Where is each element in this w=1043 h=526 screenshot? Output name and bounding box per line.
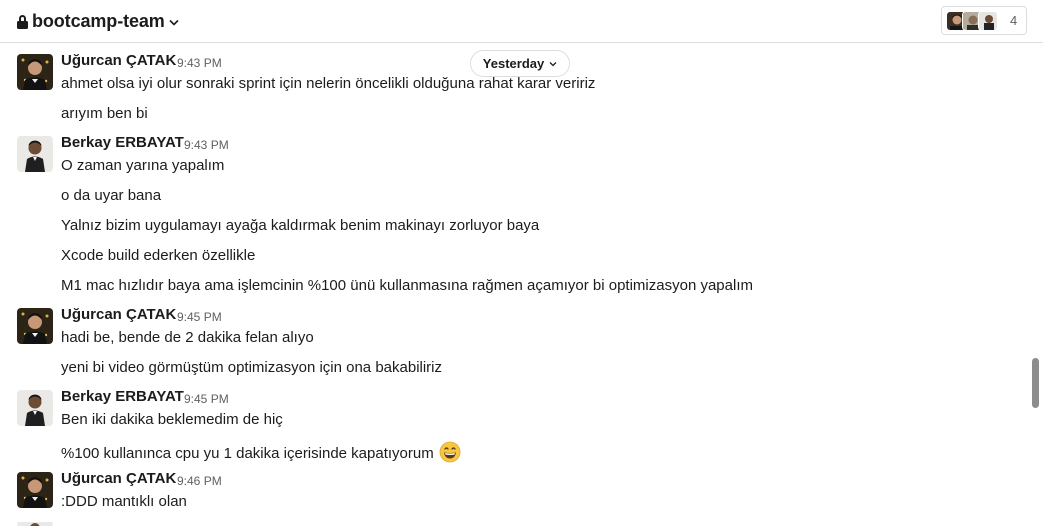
message-text: %100 kullanınca cpu yu 1 dakika içerisin… — [61, 445, 434, 462]
message-sender[interactable]: Uğurcan ÇATAK — [61, 306, 176, 323]
message-text-line: %100 kullanınca cpu yu 1 dakika içerisin… — [61, 441, 461, 463]
channel-name-button[interactable]: bootcamp-team — [17, 10, 179, 32]
avatar[interactable] — [17, 308, 53, 344]
message-text: Xcode build ederken özellikle — [61, 247, 256, 264]
message-timestamp[interactable]: 9:45 PM — [184, 392, 229, 406]
message-text: arıyım ben bi — [61, 105, 148, 122]
avatar[interactable] — [17, 390, 53, 426]
message-text: O zaman yarına yapalım — [61, 157, 225, 174]
message-timestamp[interactable]: 9:46 PM — [177, 474, 222, 488]
message-text: :DDD mantıklı olan — [61, 493, 187, 510]
chevron-down-icon — [549, 62, 557, 67]
message-sender[interactable]: Uğurcan ÇATAK — [61, 470, 176, 487]
message-sender[interactable]: Berkay ERBAYAT — [61, 388, 184, 405]
members-button[interactable]: 4 — [941, 6, 1027, 35]
message-timestamp[interactable]: 9:45 PM — [177, 310, 222, 324]
date-divider-button[interactable]: Yesterday — [470, 50, 570, 77]
avatar[interactable] — [17, 136, 53, 172]
channel-header: bootcamp-team 4 — [0, 0, 1043, 43]
message-timestamp[interactable]: 9:43 PM — [177, 56, 222, 70]
message-text: ahmet olsa iyi olur sonraki sprint için … — [61, 75, 596, 92]
date-divider-label: Yesterday — [482, 56, 545, 71]
message-sender[interactable]: Berkay ERBAYAT — [61, 134, 184, 151]
message-text: Yalnız bizim uygulamayı ayağa kaldırmak … — [61, 217, 540, 234]
avatar[interactable] — [17, 54, 53, 90]
chevron-down-icon — [169, 19, 179, 26]
avatar[interactable] — [17, 522, 53, 526]
avatar[interactable] — [17, 472, 53, 508]
message-text: Ben iki dakika beklemedim de hiç — [61, 411, 283, 428]
message-sender[interactable]: Uğurcan ÇATAK — [61, 52, 176, 69]
channel-name: bootcamp-team — [32, 10, 165, 31]
message-text: M1 mac hızlıdır baya ama işlemcinin %100… — [61, 277, 753, 294]
grinning-face-emoji-icon — [439, 441, 461, 463]
message-text: hadi be, bende de 2 dakika felan alıyo — [61, 329, 314, 346]
message-timestamp[interactable]: 9:43 PM — [184, 138, 229, 152]
scrollbar-thumb[interactable] — [1032, 358, 1039, 408]
member-avatar — [978, 10, 998, 31]
message-list: Uğurcan ÇATAK 9:43 PM ahmet olsa iyi olu… — [0, 44, 1030, 526]
member-count: 4 — [1010, 13, 1018, 28]
message-text: yeni bi video görmüştüm optimizasyon içi… — [61, 359, 443, 376]
lock-icon — [17, 14, 28, 29]
message-text: o da uyar bana — [61, 187, 162, 204]
